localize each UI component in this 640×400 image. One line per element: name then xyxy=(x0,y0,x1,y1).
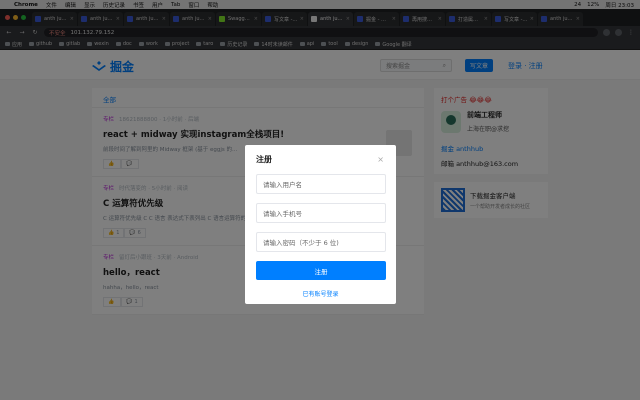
password-input[interactable]: 请输入密码（不少于 6 位) xyxy=(256,232,386,252)
phone-input[interactable]: 请输入手机号 xyxy=(256,203,386,223)
modal-title: 注册 xyxy=(256,155,272,164)
register-button[interactable]: 注册 xyxy=(256,261,386,280)
register-modal: 注册 × 请输入用户名 请输入手机号 请输入密码（不少于 6 位) 注册 已有账… xyxy=(245,145,396,304)
close-icon[interactable]: × xyxy=(377,155,384,164)
login-switch-link[interactable]: 已有账号登录 xyxy=(256,289,385,298)
username-input[interactable]: 请输入用户名 xyxy=(256,174,386,194)
